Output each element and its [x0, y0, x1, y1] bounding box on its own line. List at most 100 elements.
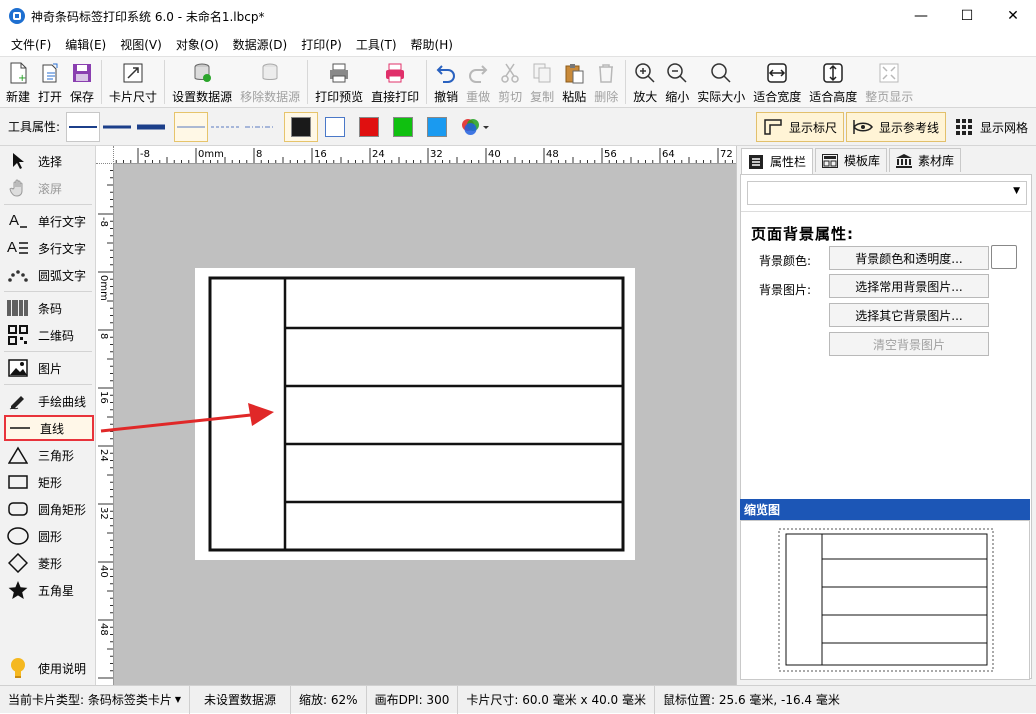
line-width-thick[interactable]: [134, 112, 168, 142]
line-style-dashed[interactable]: [208, 112, 242, 142]
zoom-in-button[interactable]: 放大: [629, 57, 661, 107]
line-style-dashdot[interactable]: [242, 112, 276, 142]
menu-view[interactable]: 视图(V): [113, 36, 169, 53]
color-white: [325, 116, 346, 137]
annotation-arrow: [100, 403, 274, 433]
menu-print[interactable]: 打印(P): [294, 36, 349, 53]
diamond-icon: [7, 552, 29, 574]
tool-separator: [4, 351, 92, 352]
tool-multi-line-text[interactable]: A 多行文字: [4, 235, 94, 261]
menu-object[interactable]: 对象(O): [169, 36, 226, 53]
help-guide-button[interactable]: 使用说明: [4, 655, 94, 681]
remove-datasource-button[interactable]: 移除数据源: [236, 57, 304, 107]
menu-datasource[interactable]: 数据源(D): [226, 36, 295, 53]
menu-help[interactable]: 帮助(H): [404, 36, 460, 53]
tool-circle[interactable]: 圆形: [4, 523, 94, 549]
copy-button[interactable]: 复制: [526, 57, 558, 107]
undo-icon: [434, 61, 458, 85]
bg-color-label: 背景颜色:: [759, 254, 812, 268]
tool-select[interactable]: 选择: [4, 148, 94, 174]
show-guides-toggle[interactable]: 显示参考线: [845, 112, 946, 142]
svg-text:A: A: [9, 212, 19, 229]
grid-icon: [954, 118, 974, 136]
tool-freehand[interactable]: 手绘曲线: [4, 388, 94, 414]
card-size-button[interactable]: 卡片尺寸: [105, 57, 161, 107]
print-preview-button[interactable]: 打印预览: [311, 57, 367, 107]
tool-triangle[interactable]: 三角形: [4, 442, 94, 468]
tool-diamond[interactable]: 菱形: [4, 550, 94, 576]
line-width-medium[interactable]: [100, 112, 134, 142]
color-swatch-blue[interactable]: [420, 112, 454, 142]
set-datasource-button[interactable]: 设置数据源: [168, 57, 236, 107]
tool-rectangle[interactable]: 矩形: [4, 469, 94, 495]
direct-print-button[interactable]: 直接打印: [367, 57, 423, 107]
undo-button[interactable]: 撤销: [430, 57, 462, 107]
open-button[interactable]: 打开: [34, 57, 66, 107]
zoom-out-button[interactable]: 缩小: [661, 57, 693, 107]
ruler-label: 48: [546, 149, 559, 160]
color-swatch-white[interactable]: [318, 112, 352, 142]
color-swatch-black[interactable]: [284, 111, 319, 142]
maximize-button[interactable]: ☐: [944, 0, 990, 32]
menu-edit[interactable]: 编辑(E): [58, 36, 113, 53]
minimize-button[interactable]: —: [898, 0, 944, 32]
ruler-icon: [763, 118, 783, 136]
tool-scroll[interactable]: 滚屏: [4, 175, 94, 201]
fit-height-button[interactable]: 适合高度: [805, 57, 861, 107]
menu-file[interactable]: 文件(F): [4, 36, 58, 53]
fit-width-button[interactable]: 适合宽度: [749, 57, 805, 107]
color-green: [393, 116, 414, 137]
full-page-button[interactable]: 整页显示: [861, 57, 917, 107]
ruler-label: 32: [430, 149, 443, 160]
tab-properties[interactable]: 属性栏: [741, 148, 814, 174]
scissors-icon: [498, 61, 522, 85]
tab-materials[interactable]: 素材库: [889, 148, 962, 172]
paste-icon: [562, 61, 586, 85]
template-icon: [822, 153, 839, 169]
line-style-solid[interactable]: [174, 111, 209, 142]
tool-properties-bar: 工具属性: 显示标尺 显示参考线 显示网格: [0, 108, 1036, 146]
color-picker-button[interactable]: [454, 112, 494, 142]
show-ruler-toggle[interactable]: 显示标尺: [755, 112, 844, 142]
color-swatch-green[interactable]: [386, 112, 420, 142]
choose-common-bg-button[interactable]: 选择常用背景图片...: [829, 274, 989, 298]
tool-star[interactable]: 五角星: [4, 577, 94, 603]
ruler-label: 64: [662, 149, 675, 160]
object-selector-dropdown[interactable]: ▼: [747, 181, 1027, 205]
status-card-type[interactable]: 当前卡片类型: 条码标签类卡片 ▼: [0, 685, 191, 714]
clear-bg-button[interactable]: 清空背景图片: [829, 332, 989, 356]
cut-button[interactable]: 剪切: [494, 57, 526, 107]
tool-arc-text[interactable]: 圆弧文字: [4, 262, 94, 288]
color-swatch-red[interactable]: [352, 112, 386, 142]
delete-button[interactable]: 删除: [590, 57, 622, 107]
title-bar: 神奇条码标签打印系统 6.0 - 未命名1.lbcp* — ☐ ✕: [0, 0, 1036, 32]
bg-color-swatch[interactable]: [991, 245, 1017, 269]
tool-rounded-rectangle[interactable]: 圆角矩形: [4, 496, 94, 522]
close-button[interactable]: ✕: [990, 0, 1036, 32]
bg-color-button[interactable]: 背景颜色和透明度...: [829, 246, 989, 270]
line-width-thin[interactable]: [66, 111, 101, 142]
fit-height-icon: [821, 61, 845, 85]
cursor-arrow-icon: [7, 150, 29, 172]
thumbnail-drawing[interactable]: [741, 521, 1031, 681]
redo-button[interactable]: 重做: [462, 57, 494, 107]
show-grid-toggle[interactable]: 显示网格: [948, 112, 1034, 142]
tab-templates[interactable]: 模板库: [815, 148, 888, 172]
menu-tools[interactable]: 工具(T): [349, 36, 404, 53]
tool-qrcode[interactable]: 二维码: [4, 322, 94, 348]
choose-other-bg-button[interactable]: 选择其它背景图片...: [829, 303, 989, 327]
lightbulb-icon: [7, 657, 29, 679]
new-button[interactable]: + 新建: [2, 57, 34, 107]
rounded-rectangle-icon: [7, 498, 29, 520]
panel-divider: [741, 211, 1031, 212]
tool-barcode[interactable]: 条码: [4, 295, 94, 321]
actual-size-button[interactable]: 实际大小: [693, 57, 749, 107]
tool-line[interactable]: 直线: [4, 415, 94, 441]
paste-button[interactable]: 粘贴: [558, 57, 590, 107]
tool-single-line-text[interactable]: A 单行文字: [4, 208, 94, 234]
ruler-label: -8: [98, 217, 109, 227]
tool-image[interactable]: 图片: [4, 355, 94, 381]
toolbar-separator: [164, 60, 166, 104]
save-button[interactable]: 保存: [66, 57, 98, 107]
thumbnail-panel: [740, 520, 1030, 680]
